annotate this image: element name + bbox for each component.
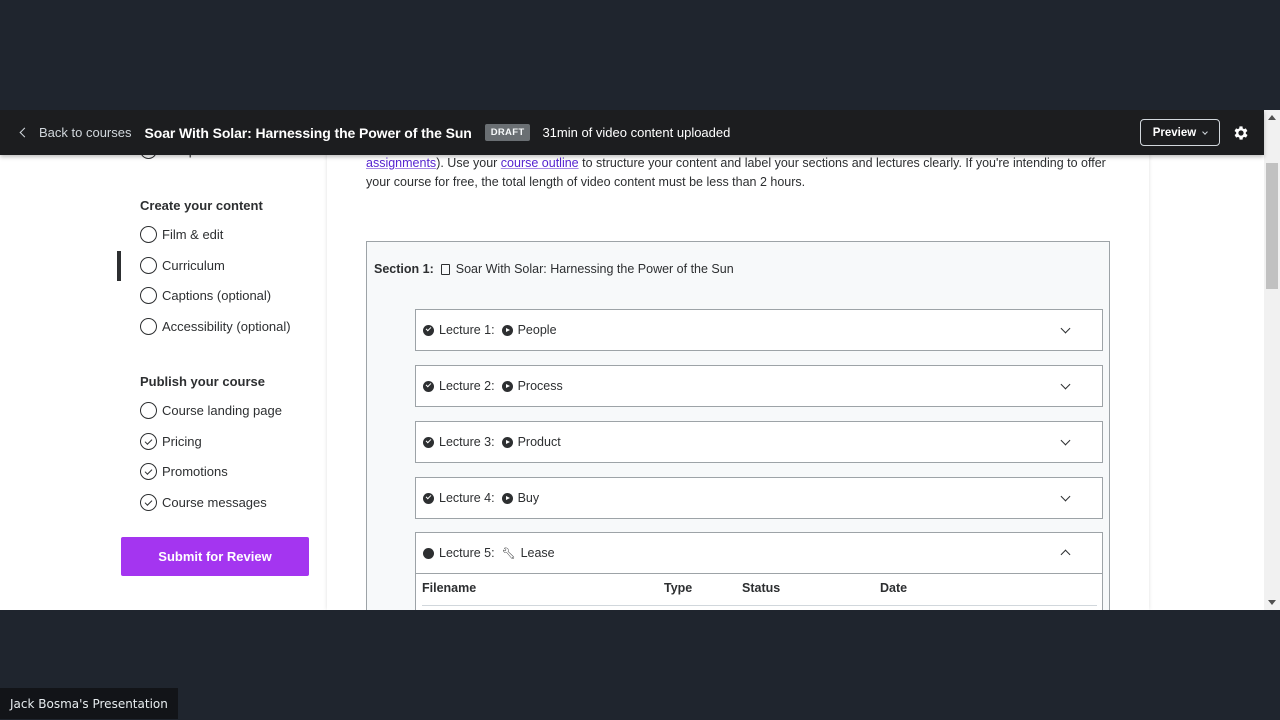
lecture-item[interactable]: Lecture 1: People — [415, 309, 1103, 351]
sidebar-item-curriculum[interactable]: Curriculum — [140, 257, 225, 274]
sidebar-item-pricing[interactable]: Pricing — [140, 433, 202, 450]
sidebar-item-film-edit[interactable]: Film & edit — [140, 226, 223, 243]
check-circle-icon — [140, 494, 157, 511]
section-1: Section 1: Soar With Solar: Harnessing t… — [366, 241, 1110, 610]
incomplete-circle-icon — [140, 402, 157, 419]
sidebar-heading-create: Create your content — [140, 198, 263, 213]
chevron-down-icon — [1202, 128, 1209, 135]
column-type[interactable]: Type — [664, 581, 692, 595]
check-circle-filled-icon — [423, 380, 434, 392]
top-header: Back to courses Soar With Solar: Harness… — [0, 110, 1264, 155]
sidebar: Setup & test video Create your content F… — [0, 110, 327, 610]
lecture-item[interactable]: Lecture 2: Process — [415, 365, 1103, 407]
submit-for-review-button[interactable]: Submit for Review — [121, 537, 309, 576]
course-title: Soar With Solar: Harnessing the Power of… — [144, 124, 472, 141]
chevron-down-icon[interactable] — [1060, 379, 1071, 390]
file-icon — [440, 263, 450, 275]
play-circle-icon — [501, 492, 513, 504]
sidebar-heading-publish: Publish your course — [140, 374, 265, 389]
incomplete-circle-icon — [140, 287, 157, 304]
check-circle-filled-icon — [423, 547, 434, 559]
incomplete-circle-icon — [140, 226, 157, 243]
scroll-down-arrow-icon[interactable] — [1268, 600, 1276, 605]
play-circle-icon — [501, 380, 513, 392]
chevron-down-icon[interactable] — [1060, 323, 1071, 334]
column-filename[interactable]: Filename — [422, 581, 476, 595]
check-circle-filled-icon — [423, 492, 434, 504]
chevron-up-icon[interactable] — [1060, 549, 1071, 560]
section-label: Section 1: — [374, 262, 434, 276]
section-header[interactable]: Section 1: Soar With Solar: Harnessing t… — [374, 262, 734, 276]
check-circle-icon — [140, 463, 157, 480]
presenter-label: Jack Bosma's Presentation — [0, 688, 178, 719]
incomplete-circle-icon — [140, 257, 157, 274]
scroll-up-arrow-icon[interactable] — [1268, 115, 1276, 120]
check-circle-filled-icon — [423, 436, 434, 448]
lecture-item[interactable]: Lecture 3: Product — [415, 421, 1103, 463]
sidebar-item-accessibility[interactable]: Accessibility (optional) — [140, 318, 291, 335]
column-date[interactable]: Date — [880, 581, 907, 595]
files-table-header: Filename Type Status Date — [422, 581, 1097, 606]
preview-button[interactable]: Preview — [1140, 119, 1220, 146]
status-badge: DRAFT — [484, 124, 531, 141]
app-window: Setup & test video Create your content F… — [0, 110, 1280, 610]
play-circle-icon — [501, 324, 513, 336]
gear-icon[interactable] — [1232, 124, 1250, 142]
lecture-item[interactable]: Lecture 4: Buy — [415, 477, 1103, 519]
upload-status: 31min of video content uploaded — [542, 125, 731, 140]
lecture-item-expanded: Lecture 5: 🔧︎ Lease Filename Type Status… — [415, 532, 1103, 610]
active-indicator — [117, 251, 121, 281]
column-status[interactable]: Status — [742, 581, 780, 595]
sidebar-item-captions[interactable]: Captions (optional) — [140, 287, 271, 304]
chevron-down-icon[interactable] — [1060, 491, 1071, 502]
chevron-left-icon — [19, 127, 30, 138]
sidebar-item-course-messages[interactable]: Course messages — [140, 494, 267, 511]
section-title: Soar With Solar: Harnessing the Power of… — [455, 262, 734, 276]
sidebar-item-promotions[interactable]: Promotions — [140, 463, 228, 480]
scrollbar[interactable] — [1264, 110, 1280, 610]
lecture-header[interactable]: Lecture 5: 🔧︎ Lease — [416, 533, 1102, 574]
intro-text: assignments). Use your course outline to… — [366, 156, 1106, 189]
incomplete-circle-icon — [140, 318, 157, 335]
wrench-icon: 🔧︎ — [501, 547, 516, 560]
curriculum-panel: assignments). Use your course outline to… — [327, 110, 1149, 610]
scroll-thumb[interactable] — [1266, 163, 1278, 289]
check-circle-icon — [140, 433, 157, 450]
back-to-courses-link[interactable]: Back to courses — [18, 125, 132, 140]
assignments-link[interactable]: assignments — [366, 156, 436, 170]
sidebar-item-landing-page[interactable]: Course landing page — [140, 402, 282, 419]
play-circle-icon — [501, 436, 513, 448]
chevron-down-icon[interactable] — [1060, 435, 1071, 446]
check-circle-filled-icon — [423, 324, 434, 336]
course-outline-link[interactable]: course outline — [501, 156, 579, 170]
